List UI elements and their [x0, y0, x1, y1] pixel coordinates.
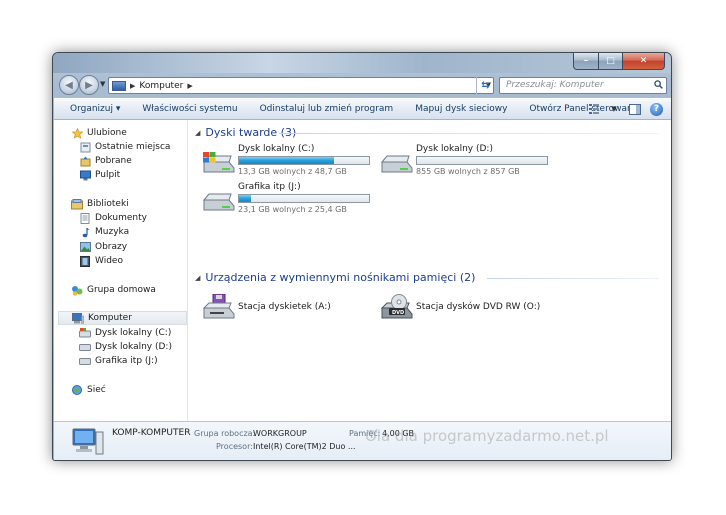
usage-bar [416, 156, 548, 165]
explorer-window: – □ ✕ ◀ ▶ ▼ ▶ Komputer ▶ ▼ ⇆ Przeszukaj:… [52, 52, 672, 461]
navigation-pane: Ulubione Ostatnie miejsca Pobrane Pulpit… [54, 120, 188, 421]
processor-value: Intel(R) Core(TM)2 Duo ... [253, 442, 356, 451]
device-label: Stacja dysków DVD RW (O:) [416, 302, 541, 312]
drive-label: Grafika itp (J:) [238, 182, 301, 192]
organize-button[interactable]: Organizuj ▾ [54, 99, 131, 119]
address-bar[interactable]: ▶ Komputer ▶ ▼ [108, 77, 494, 94]
address-row: ◀ ▶ ▼ ▶ Komputer ▶ ▼ ⇆ Przeszukaj: Kompu… [53, 74, 671, 98]
system-properties-button[interactable]: Właściwości systemu [131, 99, 248, 119]
hard-drive-icon [79, 356, 91, 367]
workgroup-value: WORKGROUP [253, 429, 307, 438]
maximize-button[interactable]: □ [599, 53, 623, 70]
sidebar-item-favorites[interactable]: Ulubione [71, 126, 127, 140]
group-divider [279, 133, 659, 134]
change-view-icon[interactable] [588, 103, 602, 115]
sidebar-item-computer[interactable]: Komputer [58, 311, 187, 325]
collapse-icon: ◢ [195, 128, 201, 137]
star-icon [71, 127, 83, 139]
search-icon[interactable] [654, 80, 663, 89]
dvd-drive-icon [380, 294, 413, 319]
dvd-drive-o[interactable]: DVD Stacja dysków DVD RW (O:) [379, 290, 559, 324]
sidebar-item-music[interactable]: Muzyka [79, 225, 129, 239]
recent-pages-dropdown[interactable]: ▼ [100, 80, 105, 88]
map-network-drive-button[interactable]: Mapuj dysk sieciowy [404, 99, 518, 119]
free-space-text: 855 GB wolnych z 857 GB [416, 167, 520, 176]
minimize-button[interactable]: – [573, 53, 599, 70]
drive-j[interactable]: Grafika itp (J:) 23,1 GB wolnych z 25,4 … [201, 182, 381, 216]
back-button[interactable]: ◀ [59, 75, 79, 95]
pictures-icon [79, 242, 91, 253]
sidebar-item-recent-places[interactable]: Ostatnie miejsca [79, 140, 170, 154]
sidebar-item-libraries[interactable]: Biblioteki [71, 197, 129, 211]
computer-icon [112, 80, 126, 91]
view-dropdown-icon[interactable]: ▼ [610, 103, 618, 115]
search-placeholder: Przeszukaj: Komputer [506, 80, 604, 90]
help-icon[interactable]: ? [650, 102, 663, 116]
sidebar-item-homegroup[interactable]: Grupa domowa [71, 283, 156, 297]
desktop-icon [79, 170, 91, 181]
drive-c[interactable]: Dysk lokalny (C:) 13,3 GB wolnych z 48,7… [201, 144, 381, 178]
collapse-icon: ◢ [195, 273, 201, 282]
libraries-icon [71, 198, 83, 210]
usage-fill [239, 157, 334, 164]
sidebar-item-drive-j[interactable]: Grafika itp (J:) [79, 354, 158, 368]
close-button[interactable]: ✕ [623, 53, 665, 70]
file-list: ◢ Dyski twarde (3) Dysk lokalny (C:) 13,… [189, 120, 671, 421]
usage-fill [239, 195, 251, 202]
dvd-badge: DVD [392, 310, 405, 316]
uninstall-program-button[interactable]: Odinstaluj lub zmień program [249, 99, 405, 119]
sidebar-item-downloads[interactable]: Pobrane [79, 154, 132, 168]
breadcrumb-separator-icon[interactable]: ▶ [187, 82, 192, 90]
sidebar-item-documents[interactable]: Dokumenty [79, 211, 147, 225]
arrow-right-icon: ▶ [85, 79, 93, 91]
homegroup-icon [71, 285, 83, 296]
sidebar-item-drive-c[interactable]: Dysk lokalny (C:) [79, 326, 171, 340]
workgroup-label: Grupa robocza: [194, 429, 256, 438]
drive-label: Dysk lokalny (C:) [238, 144, 315, 154]
breadcrumb-separator-icon[interactable]: ▶ [130, 82, 135, 90]
recent-places-icon [79, 142, 91, 153]
drive-d[interactable]: Dysk lokalny (D:) 855 GB wolnych z 857 G… [379, 144, 559, 178]
floppy-drive-a[interactable]: Stacja dyskietek (A:) [201, 290, 381, 324]
computer-name: KOMP-KOMPUTER [112, 428, 191, 438]
windows-drive-icon [202, 152, 235, 173]
hard-drive-icon [380, 155, 413, 173]
downloads-icon [79, 156, 91, 167]
documents-icon [79, 212, 91, 224]
computer-icon [72, 312, 84, 324]
forward-button[interactable]: ▶ [79, 75, 99, 95]
processor-label: Procesor: [216, 442, 253, 451]
preview-pane-icon[interactable] [628, 103, 642, 115]
music-icon [79, 227, 91, 238]
videos-icon [79, 255, 91, 267]
free-space-text: 23,1 GB wolnych z 25,4 GB [238, 205, 347, 214]
device-label: Stacja dyskietek (A:) [238, 302, 331, 312]
group-divider [487, 278, 659, 279]
usage-bar [238, 156, 370, 165]
sidebar-item-drive-d[interactable]: Dysk lokalny (D:) [79, 340, 172, 354]
free-space-text: 13,3 GB wolnych z 48,7 GB [238, 167, 347, 176]
usage-bar [238, 194, 370, 203]
sidebar-item-desktop[interactable]: Pulpit [79, 168, 120, 182]
sidebar-item-network[interactable]: Sieć [71, 383, 106, 397]
arrow-left-icon: ◀ [65, 79, 73, 91]
refresh-button[interactable]: ⇆ [476, 77, 494, 94]
refresh-icon: ⇆ [481, 80, 490, 91]
sidebar-item-videos[interactable]: Wideo [79, 254, 123, 268]
hard-drive-icon [202, 193, 235, 211]
search-input[interactable]: Przeszukaj: Komputer [499, 77, 667, 94]
drive-label: Dysk lokalny (D:) [416, 144, 493, 154]
computer-icon [72, 428, 104, 455]
group-header-removable[interactable]: ◢ Urządzenia z wymiennymi nośnikami pami… [195, 271, 475, 284]
floppy-drive-icon [202, 294, 235, 319]
watermark: Ola dla programyzadarmo.net.pl [365, 427, 609, 445]
command-bar: Organizuj ▾ Właściwości systemu Odinstal… [54, 98, 671, 120]
breadcrumb-computer[interactable]: Komputer [139, 81, 183, 91]
windows-drive-icon [79, 328, 91, 339]
sidebar-item-pictures[interactable]: Obrazy [79, 240, 127, 254]
hard-drive-icon [79, 342, 91, 353]
caption-buttons: – □ ✕ [573, 53, 665, 70]
content-area: Ulubione Ostatnie miejsca Pobrane Pulpit… [54, 120, 671, 421]
network-icon [71, 384, 83, 396]
